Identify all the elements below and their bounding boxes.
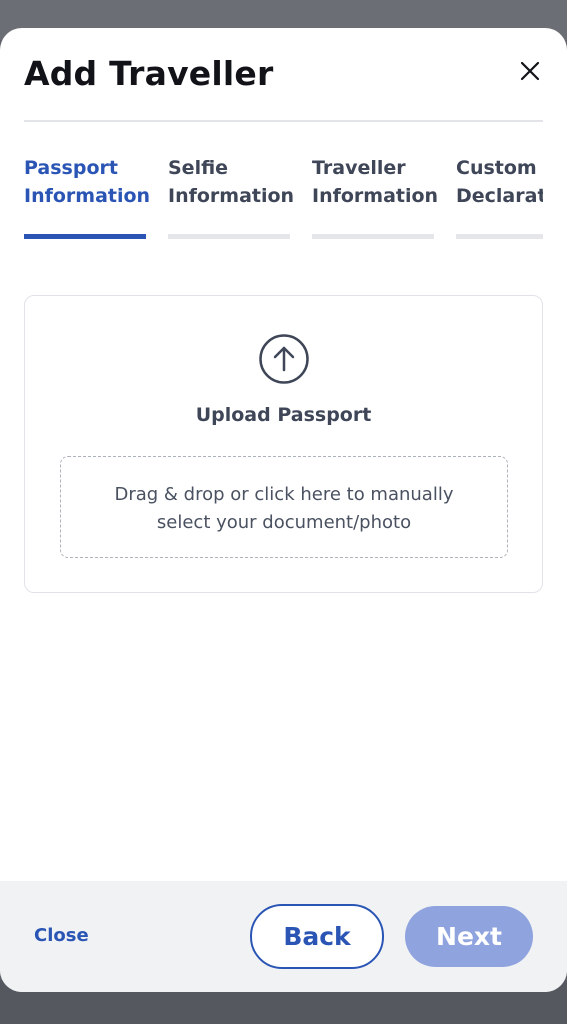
tab-indicator [456, 234, 543, 239]
upload-card: Upload Passport Drag & drop or click her… [24, 295, 543, 593]
tab-label: Traveller Information [312, 157, 439, 207]
tab-selfie-information[interactable]: Selfie Information [168, 154, 295, 240]
upload-title: Upload Passport [195, 404, 372, 426]
add-traveller-modal: Add Traveller Passport Information Selfi… [0, 28, 567, 992]
file-dropzone[interactable]: Drag & drop or click here to manually se… [60, 456, 508, 558]
back-button[interactable]: Back [250, 904, 384, 969]
tab-indicator [168, 234, 290, 239]
tab-passport-information[interactable]: Passport Information [24, 154, 151, 240]
modal-header: Add Traveller [24, 28, 543, 122]
dropzone-text: Drag & drop or click here to manually se… [114, 484, 454, 533]
tab-label: Custom Declaration [456, 157, 543, 207]
modal-title: Add Traveller [24, 54, 274, 93]
upload-arrow-icon[interactable] [258, 333, 310, 385]
tab-indicator [24, 234, 146, 239]
modal-footer: Close Back Next [0, 881, 567, 992]
tab-label: Selfie Information [168, 157, 295, 207]
close-icon[interactable] [519, 60, 541, 82]
tab-indicator [312, 234, 434, 239]
tab-custom-declaration[interactable]: Custom Declaration [456, 154, 543, 240]
close-button[interactable]: Close [34, 925, 89, 946]
step-tabs: Passport Information Selfie Information … [24, 154, 543, 244]
tab-label: Passport Information [24, 157, 151, 207]
next-button[interactable]: Next [405, 906, 533, 967]
tab-traveller-information[interactable]: Traveller Information [312, 154, 439, 240]
